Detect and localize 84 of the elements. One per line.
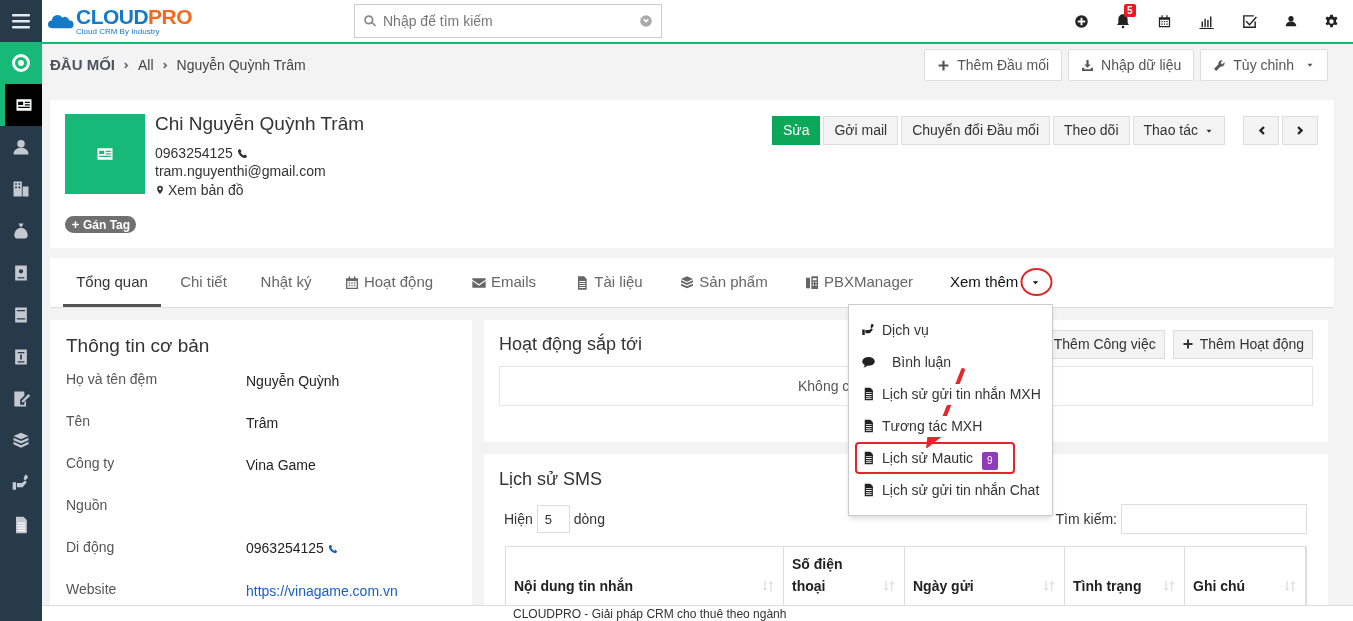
map-pin-icon: [155, 184, 165, 196]
customize-button[interactable]: Tùy chỉnh: [1200, 49, 1328, 81]
building-icon: [11, 179, 31, 199]
table-search-field[interactable]: [1121, 504, 1307, 534]
telephone-icon: [803, 274, 820, 291]
field-label: Họ và tên đệm: [66, 369, 159, 389]
calendar-icon[interactable]: [1157, 13, 1172, 29]
page-size-field[interactable]: 5: [536, 505, 570, 533]
dropdown-menu-item[interactable]: Dịch vụ: [855, 314, 935, 346]
website-link[interactable]: https://vinagame.com.vn: [246, 580, 398, 599]
notification-badge: 5: [1124, 4, 1136, 17]
search-label: Tìm kiếm:: [1055, 509, 1117, 529]
person-icon[interactable]: [1284, 14, 1298, 28]
rows-label: dòng: [573, 509, 605, 529]
record-action-button[interactable]: Chuyển đổi Đầu mối: [901, 116, 1051, 145]
sidebar-item[interactable]: [0, 84, 42, 126]
speech-bubble-icon: [861, 354, 876, 370]
tab[interactable]: Chi tiết: [161, 258, 246, 307]
add-button[interactable]: Thêm Đầu mối: [924, 49, 1063, 81]
field-value: Trâm: [246, 413, 279, 431]
map-link[interactable]: Xem bản đồ: [155, 181, 365, 199]
chevron-right-icon: [160, 60, 170, 70]
import-button[interactable]: Nhập dữ liệu: [1068, 49, 1195, 81]
person-icon: [11, 137, 31, 157]
plus-icon: [937, 58, 951, 72]
phone-icon[interactable]: [327, 543, 338, 554]
tab[interactable]: Xem thêm: [931, 258, 1056, 307]
target-icon: [11, 53, 31, 73]
count-badge: 9: [982, 452, 998, 470]
field-label: Di động: [66, 537, 116, 557]
record-action-button[interactable]: Theo dõi: [1053, 116, 1130, 145]
record-action-button[interactable]: Thao tác: [1132, 116, 1225, 145]
chevron-right-icon: [122, 60, 131, 70]
edit-icon: [11, 389, 31, 409]
tab[interactable]: Nhật ký: [246, 258, 326, 307]
plus-icon: [1181, 338, 1194, 350]
hand-wrench-icon: [11, 473, 31, 493]
search-field[interactable]: Nhập để tìm kiếm: [383, 10, 633, 32]
breadcrumb-link[interactable]: Nguyễn Quỳnh Trâm: [176, 54, 306, 76]
field-label: Công ty: [66, 453, 116, 473]
search-bar[interactable]: Nhập để tìm kiếm: [354, 4, 662, 38]
breadcrumb-link[interactable]: All: [138, 54, 154, 76]
plus-icon: [71, 220, 80, 229]
stacked-box-icon: [679, 274, 696, 291]
tab[interactable]: Emails: [451, 258, 556, 307]
wrench-icon: [1213, 58, 1227, 72]
phone-number: 0963254125: [155, 144, 233, 162]
field-label: Nguồn: [66, 495, 109, 515]
email-address: tram.nguyenthi@gmail.com: [155, 162, 327, 181]
field-label: Tên: [66, 411, 92, 431]
add-tag-button[interactable]: Gán Tag: [65, 216, 137, 233]
download-icon: [1081, 58, 1095, 72]
tab[interactable]: Sản phẩm: [661, 258, 786, 307]
record-action-button[interactable]: Gởi mail: [823, 116, 899, 145]
plus-circle-icon[interactable]: [1074, 13, 1089, 29]
field-label: Website: [66, 579, 118, 599]
tab[interactable]: Hoạt động: [326, 258, 451, 307]
bell-icon[interactable]: [1115, 13, 1131, 29]
tab[interactable]: Tổng quan: [63, 258, 161, 307]
panel-title: Lịch sử SMS: [499, 469, 603, 489]
checkbox-icon[interactable]: [1241, 12, 1258, 30]
field-value: 0963254125: [246, 539, 324, 558]
breadcrumb-link[interactable]: ĐẦU MỐI: [50, 53, 115, 77]
dropdown-menu-item[interactable]: Lịch sử Mautic 9: [855, 442, 1015, 474]
panel-title: Hoạt động sắp tới: [499, 332, 642, 356]
field-value: Nguyễn Quỳnh: [246, 371, 340, 389]
footer-text: CLOUDPRO - Giải pháp CRM cho thuê theo ngành: [513, 606, 787, 621]
record-name: Chi Nguyễn Quỳnh Trâm: [155, 114, 365, 134]
annotation-circle: [1020, 267, 1053, 297]
phone-icon[interactable]: [236, 147, 248, 159]
cloudpro-logo[interactable]: CLOUDPRO Cloud CRM By Industry: [48, 3, 200, 39]
tab[interactable]: PBXManager: [786, 258, 931, 307]
panel-title: Thông tin cơ bản: [66, 334, 211, 358]
show-label: Hiện: [504, 509, 533, 529]
calendar-icon: [343, 274, 360, 291]
hand-wrench-icon: [861, 322, 876, 338]
money-bag-icon: [11, 221, 31, 241]
dropdown-menu-item[interactable]: Bình luận: [855, 346, 958, 378]
tab[interactable]: Tài liệu: [556, 258, 661, 307]
field-value: Vina Game: [246, 455, 316, 473]
empty-message: Không c: [798, 376, 850, 396]
search-icon: [363, 14, 377, 28]
settings-icon[interactable]: [1324, 13, 1339, 29]
add-activity-button[interactable]: Thêm Hoạt động: [1172, 329, 1313, 359]
